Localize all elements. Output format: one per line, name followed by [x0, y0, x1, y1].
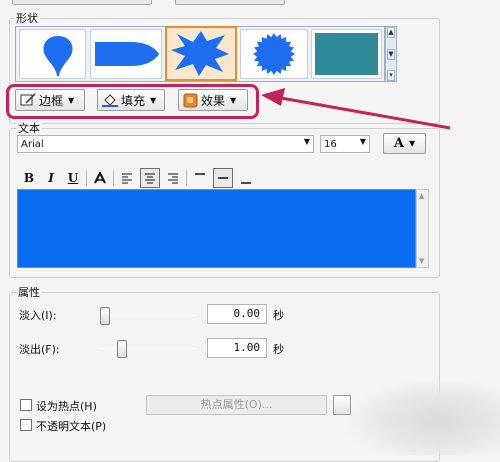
sunburst-circle-icon — [253, 33, 295, 75]
font-size-select[interactable]: 16 ▼ — [320, 135, 370, 153]
fade-out-slider-thumb[interactable] — [117, 340, 128, 358]
fade-in-label: 淡入(I): — [19, 309, 57, 322]
bullet-shape-icon — [95, 42, 159, 66]
text-color-button[interactable]: A ▼ — [383, 133, 426, 154]
font-name-select[interactable]: Arial ▼ — [17, 135, 314, 153]
text-group-label: 文本 — [16, 120, 42, 136]
valign-bottom-button[interactable] — [237, 169, 255, 187]
shape-thumb-square[interactable] — [311, 29, 382, 79]
align-left-icon — [122, 173, 132, 184]
top-button-left[interactable] — [12, 0, 152, 5]
align-right-icon — [168, 173, 178, 184]
valign-middle-button[interactable] — [213, 168, 233, 188]
fill-button-label: 填充 — [121, 93, 146, 108]
chevron-down-icon[interactable]: ▼ — [304, 137, 310, 146]
effect-button-label: 效果 — [201, 93, 226, 108]
fade-in-slider[interactable] — [100, 305, 197, 327]
text-style-icon — [94, 172, 106, 184]
valign-bottom-icon — [241, 182, 251, 184]
teardrop-pin-icon — [43, 36, 73, 76]
font-name-value: Arial — [21, 138, 44, 150]
gallery-scroll-down-icon[interactable]: ▼ — [387, 49, 395, 60]
chevron-down-icon: ▼ — [150, 95, 157, 105]
square-shape-icon — [315, 33, 378, 75]
shape-thumb-bullet[interactable] — [90, 29, 162, 79]
hotspot-checkbox[interactable] — [20, 399, 32, 411]
slider-track — [100, 315, 197, 316]
align-left-button[interactable] — [118, 169, 136, 187]
border-pen-icon — [20, 93, 36, 106]
properties-group-label: 属性 — [16, 284, 42, 300]
chevron-down-icon[interactable]: ▼ — [360, 137, 366, 146]
blurred-watermark — [348, 380, 500, 455]
toolbar-separator — [186, 170, 187, 186]
text-color-glyph: A — [393, 136, 404, 151]
fade-out-label: 淡出(F): — [19, 343, 60, 356]
chevron-down-icon: ▼ — [408, 139, 416, 148]
align-right-button[interactable] — [164, 169, 182, 187]
hotspot-checkbox-label: 设为热点(H) — [36, 400, 97, 413]
toolbar-separator — [113, 170, 114, 186]
gallery-more-icon[interactable]: ▾ — [387, 70, 395, 81]
chevron-down-icon: ▼ — [230, 95, 237, 105]
underline-button[interactable]: U — [64, 169, 82, 187]
gallery-scroll-up-icon[interactable]: ▲ — [387, 27, 395, 38]
fade-out-input[interactable]: 1.00 — [207, 338, 267, 358]
valign-top-button[interactable] — [191, 169, 209, 187]
font-size-value: 16 — [324, 138, 337, 150]
paint-bucket-icon — [102, 94, 118, 107]
fade-in-unit: 秒 — [273, 309, 284, 322]
chevron-down-icon: ▼ — [68, 95, 75, 105]
scroll-down-icon[interactable]: ▼ — [419, 257, 424, 265]
shape-thumb-explosion[interactable] — [165, 26, 237, 81]
gallery-scrollbar[interactable]: ▲ ▼ ▾ — [385, 26, 397, 82]
border-button-label: 边框 — [39, 93, 64, 108]
text-edit-area[interactable] — [17, 189, 416, 268]
shape-thumb-teardrop[interactable] — [19, 29, 86, 79]
valign-top-icon — [195, 173, 205, 175]
scroll-up-icon[interactable]: ▲ — [419, 192, 424, 200]
valign-middle-icon — [218, 177, 228, 179]
effect-icon — [183, 93, 198, 107]
align-center-button[interactable] — [140, 168, 160, 188]
text-scrollbar[interactable]: ▲ ▼ — [416, 189, 429, 268]
annotation-arrow-icon — [261, 88, 451, 130]
effect-button[interactable]: 效果 ▼ — [178, 89, 248, 111]
hotspot-properties-button[interactable]: 热点属性(O)... — [146, 395, 327, 415]
fill-button[interactable]: 填充 ▼ — [97, 89, 165, 111]
shape-thumb-sunburst[interactable] — [240, 29, 308, 79]
border-button[interactable]: 边框 ▼ — [15, 89, 85, 111]
opaque-text-checkbox-label: 不透明文本(P) — [36, 420, 107, 433]
opaque-text-checkbox[interactable] — [20, 419, 32, 431]
format-toolbar: B I U — [20, 167, 255, 189]
italic-button[interactable]: I — [42, 169, 60, 187]
fade-out-unit: 秒 — [273, 343, 284, 356]
shape-group-label: 形状 — [14, 10, 40, 26]
text-style-button[interactable] — [91, 169, 109, 187]
fade-in-slider-thumb[interactable] — [100, 307, 110, 325]
explosion-burst-icon — [171, 31, 229, 76]
bold-button[interactable]: B — [20, 169, 38, 187]
align-center-icon — [145, 173, 155, 184]
fade-in-input[interactable]: 0.00 — [207, 304, 267, 324]
toolbar-separator — [86, 170, 87, 186]
top-button-right[interactable] — [175, 0, 285, 5]
fade-out-slider[interactable] — [100, 338, 197, 360]
slider-track — [100, 348, 197, 349]
